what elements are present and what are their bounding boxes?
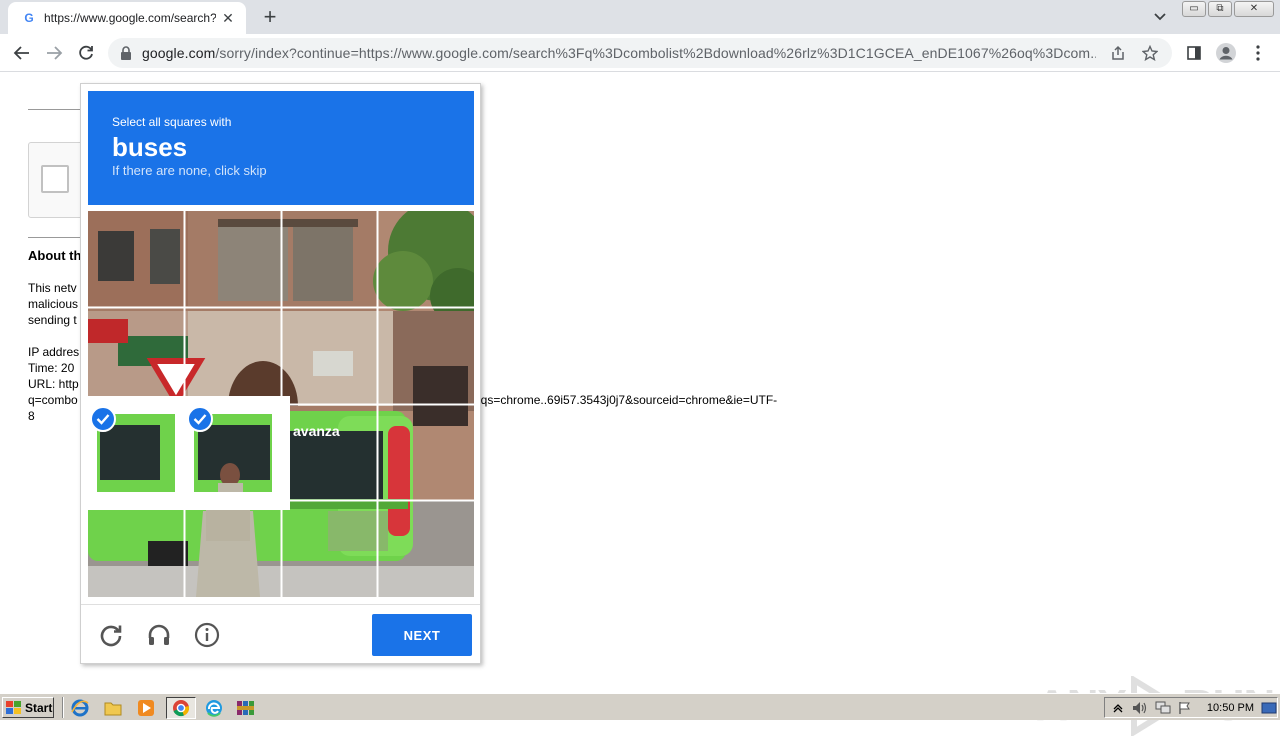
challenge-instruction: Select all squares with bbox=[112, 115, 232, 129]
taskbar-separator bbox=[62, 697, 64, 718]
image-grid: avanza bbox=[88, 211, 474, 597]
url-tail-text: aqs=chrome..69i57.3543j0j7&sourceid=chro… bbox=[474, 393, 778, 407]
folder-icon[interactable] bbox=[103, 698, 123, 718]
network-icon[interactable] bbox=[1155, 700, 1171, 716]
ie-icon[interactable] bbox=[70, 698, 90, 718]
volume-icon[interactable] bbox=[1132, 700, 1148, 716]
start-button[interactable]: Start bbox=[2, 697, 54, 718]
recaptcha-checkbox[interactable] bbox=[41, 165, 69, 193]
lock-icon[interactable] bbox=[120, 46, 132, 60]
audio-challenge-headphones-icon[interactable] bbox=[145, 621, 173, 649]
tile-checkmark-icon bbox=[90, 406, 116, 432]
challenge-header: Select all squares with buses If there a… bbox=[88, 91, 474, 205]
chrome-icon[interactable] bbox=[166, 697, 196, 719]
address-bar[interactable]: google.com/sorry/index?continue=https://… bbox=[108, 38, 1172, 68]
tab-search-chevron-icon[interactable] bbox=[1150, 8, 1170, 26]
back-button[interactable] bbox=[10, 41, 34, 65]
close-window-button[interactable]: ✕ bbox=[1234, 1, 1274, 17]
window-controls: ▭ ⧉ ✕ bbox=[1182, 1, 1274, 17]
media-player-icon[interactable] bbox=[136, 698, 156, 718]
browser-tab[interactable]: G https://www.google.com/search?q= ✕ bbox=[8, 2, 246, 34]
url-text[interactable]: google.com/sorry/index?continue=https://… bbox=[142, 45, 1096, 61]
tray-expand-icon[interactable] bbox=[1111, 700, 1125, 716]
divider bbox=[28, 109, 88, 110]
menu-kebab-icon[interactable] bbox=[1246, 41, 1270, 65]
system-tray: 10:50 PM bbox=[1104, 697, 1278, 718]
captcha-challenge-dialog: Select all squares with buses If there a… bbox=[80, 83, 481, 664]
tile-checkmark-icon bbox=[187, 406, 213, 432]
browser-toolbar: google.com/sorry/index?continue=https://… bbox=[0, 34, 1280, 72]
reload-button[interactable] bbox=[74, 41, 98, 65]
edge-icon[interactable] bbox=[204, 698, 224, 718]
forward-arrow-icon bbox=[47, 46, 63, 60]
challenge-keyword: buses bbox=[112, 132, 188, 162]
reload-icon bbox=[79, 45, 93, 60]
new-tab-button[interactable]: + bbox=[258, 6, 282, 30]
info-icon[interactable] bbox=[193, 621, 221, 649]
clock[interactable]: 10:50 PM bbox=[1207, 702, 1254, 714]
request-details: IP addres Time: 20 URL: http q=combo 8 bbox=[28, 345, 80, 423]
tab-title: https://www.google.com/search?q= bbox=[44, 11, 216, 25]
action-center-flag-icon[interactable] bbox=[1178, 700, 1192, 716]
google-favicon-icon: G bbox=[24, 11, 34, 25]
divider bbox=[28, 237, 88, 238]
tab-close-icon[interactable]: ✕ bbox=[220, 10, 236, 27]
next-button[interactable]: NEXT bbox=[372, 614, 472, 656]
minimize-button[interactable]: ▭ bbox=[1182, 1, 1206, 17]
side-panel-icon[interactable] bbox=[1182, 41, 1206, 65]
back-arrow-icon bbox=[13, 46, 29, 60]
bookmark-star-icon[interactable] bbox=[1140, 43, 1160, 63]
forward-button[interactable] bbox=[42, 41, 66, 65]
page-paragraph: This netv malicious sending t bbox=[28, 281, 79, 327]
restore-button[interactable]: ⧉ bbox=[1208, 1, 1232, 17]
challenge-hint: If there are none, click skip bbox=[112, 163, 267, 178]
start-label: Start bbox=[25, 700, 53, 715]
tab-strip: G https://www.google.com/search?q= ✕ + ▭… bbox=[0, 0, 1280, 34]
about-heading: About th bbox=[28, 248, 82, 263]
show-desktop-icon[interactable] bbox=[1261, 700, 1277, 716]
share-icon[interactable] bbox=[1108, 43, 1128, 63]
winrar-icon[interactable] bbox=[236, 698, 256, 718]
reload-challenge-icon[interactable] bbox=[97, 621, 125, 649]
svg-text:avanza: avanza bbox=[293, 423, 340, 439]
challenge-footer: NEXT bbox=[81, 604, 480, 664]
street-scene-image: avanza bbox=[88, 211, 474, 597]
taskbar: Start 10:50 PM bbox=[0, 693, 1280, 720]
profile-avatar-icon[interactable] bbox=[1214, 41, 1238, 65]
windows-logo-icon bbox=[6, 700, 21, 714]
